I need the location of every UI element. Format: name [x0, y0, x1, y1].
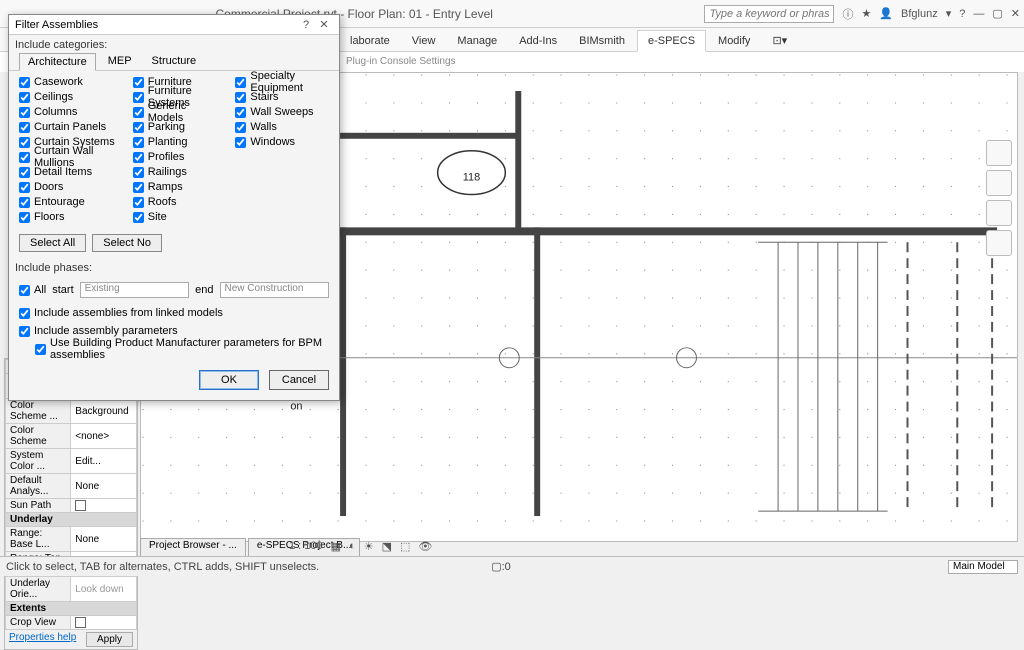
dialog-title: Filter Assemblies	[15, 19, 297, 31]
ribbon-tab-finish[interactable]: ⊡▾	[762, 30, 797, 51]
visual-style-icon[interactable]: ◐	[346, 540, 359, 552]
category-checkbox[interactable]: Curtain Wall Mullions	[19, 150, 115, 164]
category-grid: CaseworkCeilingsColumnsCurtain Panels Cur…	[9, 71, 339, 228]
ribbon-tab[interactable]: Manage	[447, 31, 507, 51]
nav-home-icon[interactable]	[986, 140, 1012, 166]
properties-help-link[interactable]: Properties help	[9, 632, 76, 647]
category-checkbox[interactable]: Walls	[235, 120, 329, 134]
phase-end-label: end	[195, 284, 213, 296]
category-checkbox[interactable]: Curtain Panels	[19, 120, 115, 134]
ribbon-tab-active[interactable]: e-SPECS	[637, 30, 706, 52]
prop-section-extents: Extents	[6, 602, 137, 616]
category-checkbox[interactable]: Specialty Equipment	[235, 75, 329, 89]
category-checkbox[interactable]: Columns	[19, 105, 115, 119]
category-checkbox[interactable]: Planting	[133, 135, 218, 149]
selection-count-icon[interactable]: ▢:0	[491, 560, 511, 573]
dialog-close-icon[interactable]: ✕	[315, 18, 333, 31]
prop-row: Sun Path	[6, 499, 137, 513]
category-checkbox[interactable]: Railings	[133, 165, 218, 179]
prop-row: Color Scheme ...Background	[6, 399, 137, 424]
dialog-title-bar[interactable]: Filter Assemblies ? ✕	[9, 15, 339, 35]
discipline-tab-architecture[interactable]: Architecture	[19, 53, 96, 71]
properties-palette: DisciplineCoordination Show Hidden ...By…	[4, 358, 138, 650]
category-checkbox[interactable]: Profiles	[133, 150, 218, 164]
category-checkbox[interactable]: Roofs	[133, 195, 218, 209]
discipline-tabs: Architecture MEP Structure	[9, 53, 339, 71]
ribbon-tab[interactable]: View	[402, 31, 446, 51]
prop-section-underlay: Underlay	[6, 513, 137, 527]
select-all-button[interactable]: Select All	[19, 234, 86, 252]
ok-button[interactable]: OK	[199, 370, 259, 390]
ribbon-tab[interactable]: laborate	[340, 31, 400, 51]
navigation-bar	[986, 140, 1014, 256]
crop-icon[interactable]: ⬚	[397, 540, 413, 553]
category-checkbox[interactable]: Parking	[133, 120, 218, 134]
nav-wheel-icon[interactable]	[986, 170, 1012, 196]
nav-zoom-icon[interactable]	[986, 230, 1012, 256]
status-bar: Click to select, TAB for alternates, CTR…	[0, 556, 1024, 576]
view-control-bar: 1 : 100 ▦ ◐ ☀ ⬔ ⬚ 👁	[286, 538, 435, 554]
category-checkbox[interactable]: Ceilings	[19, 90, 115, 104]
ribbon-tab[interactable]: Modify	[708, 31, 760, 51]
workset-input[interactable]	[948, 560, 1018, 574]
dialog-help-icon[interactable]: ?	[297, 19, 315, 31]
assembly-params-checkbox[interactable]: Include assembly parameters	[19, 324, 329, 338]
category-checkbox[interactable]: Generic Models	[133, 105, 218, 119]
categories-label: Include categories:	[9, 35, 339, 53]
prop-row: Underlay Orie...Look down	[6, 577, 137, 602]
phase-start-label: start	[52, 284, 73, 296]
prop-row: Range: Base L...None	[6, 527, 137, 552]
prop-row: System Color ...Edit...	[6, 449, 137, 474]
view-scale[interactable]: 1 : 100	[286, 540, 326, 552]
category-checkbox[interactable]: Entourage	[19, 195, 115, 209]
ribbon-tab[interactable]: BIMsmith	[569, 31, 635, 51]
ribbon-tab[interactable]: Add-Ins	[509, 31, 567, 51]
sun-path-icon[interactable]: ☀	[361, 540, 377, 553]
prop-row: Crop View	[6, 616, 137, 630]
search-input[interactable]	[704, 5, 834, 23]
category-checkbox[interactable]: Casework	[19, 75, 115, 89]
minimize-icon[interactable]: —	[973, 8, 984, 20]
phase-start-select[interactable]: Existing	[80, 282, 190, 298]
discipline-tab-mep[interactable]: MEP	[100, 53, 140, 70]
nav-pan-icon[interactable]	[986, 200, 1012, 226]
prop-row: Default Analys...None	[6, 474, 137, 499]
phase-end-select[interactable]: New Construction	[220, 282, 330, 298]
apply-button[interactable]: Apply	[86, 632, 133, 647]
star-icon[interactable]: ★	[861, 7, 871, 20]
user-name: Bfglunz	[901, 8, 938, 20]
category-checkbox[interactable]: Wall Sweeps	[235, 105, 329, 119]
phase-all-checkbox[interactable]: All	[19, 283, 46, 297]
category-checkbox[interactable]: Stairs	[235, 90, 329, 104]
detail-level-icon[interactable]: ▦	[328, 540, 344, 553]
close-icon[interactable]: ✕	[1011, 7, 1020, 20]
category-checkbox[interactable]: Ramps	[133, 180, 218, 194]
category-checkbox[interactable]: Floors	[19, 210, 115, 224]
category-checkbox[interactable]: Site	[133, 210, 218, 224]
svg-text:on: on	[290, 401, 302, 413]
phases-label: Include phases:	[9, 258, 339, 276]
select-none-button[interactable]: Select No	[92, 234, 162, 252]
category-checkbox[interactable]: Doors	[19, 180, 115, 194]
prop-row: Color Scheme<none>	[6, 424, 137, 449]
category-checkbox[interactable]: Detail Items	[19, 165, 115, 179]
bpm-params-checkbox[interactable]: Use Building Product Manufacturer parame…	[35, 342, 329, 356]
filter-assemblies-dialog: Filter Assemblies ? ✕ Include categories…	[8, 14, 340, 401]
user-icon[interactable]: 👤	[879, 7, 893, 20]
hide-icon[interactable]: 👁	[415, 540, 435, 553]
cancel-button[interactable]: Cancel	[269, 370, 329, 390]
shadows-icon[interactable]: ⬔	[379, 540, 395, 553]
dropdown-icon[interactable]: ▾	[946, 7, 952, 20]
linked-models-checkbox[interactable]: Include assemblies from linked models	[19, 306, 329, 320]
category-checkbox[interactable]: Windows	[235, 135, 329, 149]
maximize-icon[interactable]: ▢	[992, 7, 1002, 20]
room-number: 118	[463, 172, 480, 184]
tab-project-browser[interactable]: Project Browser - ...	[140, 538, 246, 556]
status-hint: Click to select, TAB for alternates, CTR…	[6, 561, 319, 573]
info-icon[interactable]: ⓘ	[842, 6, 853, 22]
discipline-tab-structure[interactable]: Structure	[144, 53, 205, 70]
title-bar-right-icons: ⓘ ★ 👤 Bfglunz ▾ ? — ▢ ✕	[842, 6, 1020, 22]
help-icon[interactable]: ?	[959, 8, 965, 20]
